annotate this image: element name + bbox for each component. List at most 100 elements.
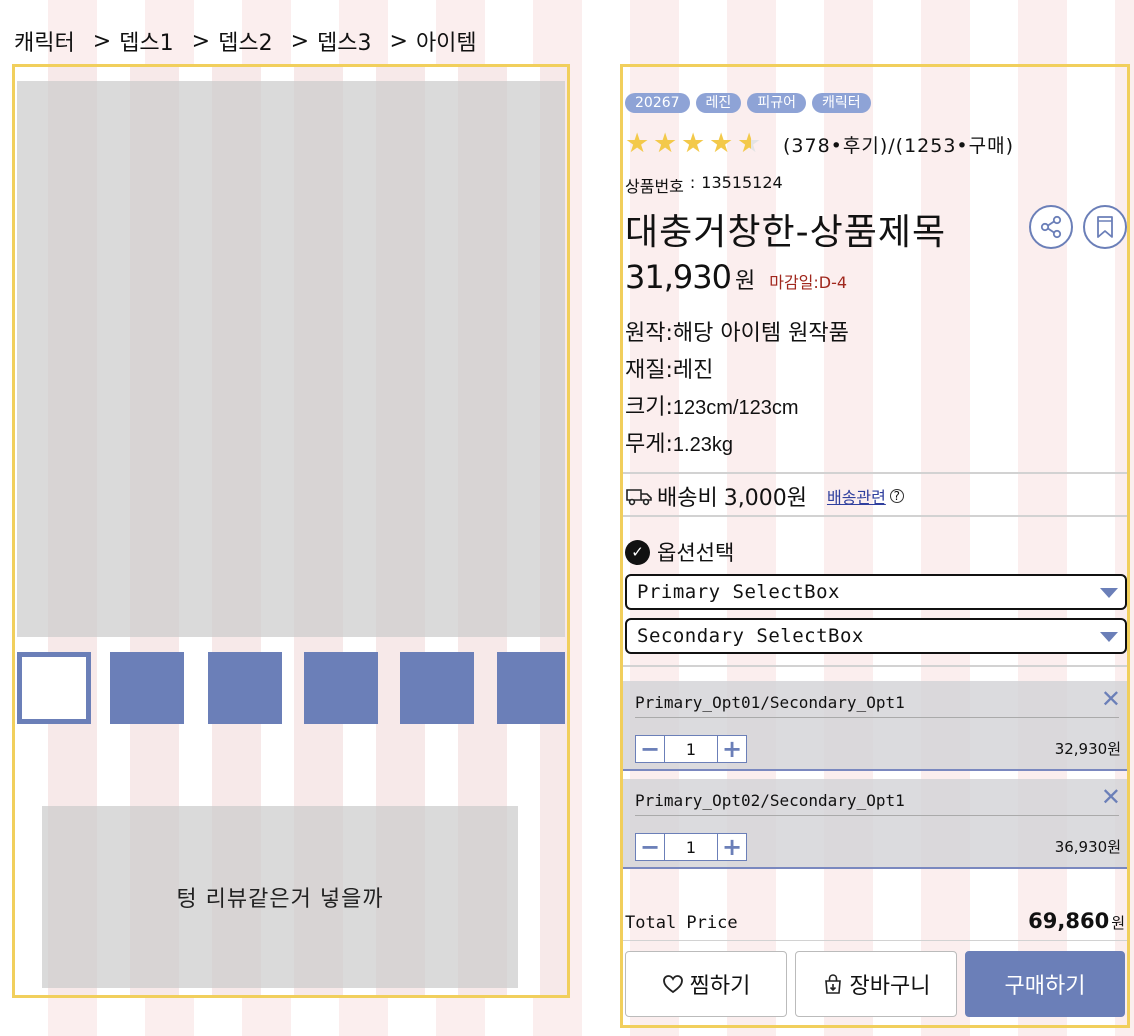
star-icon: ★ <box>709 128 734 159</box>
option-underline <box>635 815 1119 816</box>
quantity-value[interactable]: 1 <box>664 736 718 762</box>
breadcrumb-separator: > <box>92 28 112 54</box>
breadcrumb-item-depth2[interactable]: 뎁스2 <box>218 25 272 57</box>
truck-icon <box>626 489 652 506</box>
divider <box>623 515 1127 517</box>
option-line-price: 32,930원 <box>1054 740 1121 758</box>
caret-down-icon <box>1100 588 1118 598</box>
breadcrumb-separator: > <box>290 28 310 54</box>
divider <box>623 665 1127 667</box>
selected-option-item: Primary_Opt02/Secondary_Opt1 ✕ − 1 + 36,… <box>623 779 1127 869</box>
selected-option-name: Primary_Opt01/Secondary_Opt1 <box>635 693 905 712</box>
thumbnail-4[interactable] <box>304 652 378 724</box>
add-to-cart-button[interactable]: 장바구니 <box>795 951 957 1017</box>
close-icon[interactable]: ✕ <box>1101 687 1121 711</box>
spec-material: 재질:레진 <box>625 352 713 384</box>
spec-origin-value: 해당 아이템 원작품 <box>672 321 849 346</box>
plus-button[interactable]: + <box>718 735 746 763</box>
wishlist-button[interactable]: 찜하기 <box>625 951 787 1017</box>
half-star-icon: ★ <box>737 130 765 158</box>
product-info-panel: 20267 레진 피규어 캐릭터 ★ ★ ★ ★ ★ (378•후기)/(125… <box>620 64 1130 1028</box>
star-rating: ★ ★ ★ ★ ★ <box>625 130 765 158</box>
price-currency: 원 <box>734 269 756 294</box>
primary-select[interactable]: Primary SelectBox <box>625 574 1127 610</box>
tag-item[interactable]: 레진 <box>695 93 742 113</box>
thumbnail-selected[interactable] <box>17 652 91 724</box>
rating-row: ★ ★ ★ ★ ★ (378•후기)/(1253•구매) <box>625 129 1014 159</box>
spec-weight-label: 무게: <box>625 432 673 457</box>
breadcrumb-item-character[interactable]: 캐릭터 <box>14 25 75 57</box>
star-icon: ★ <box>653 128 678 159</box>
breadcrumb-item-depth3[interactable]: 뎁스3 <box>317 25 371 57</box>
option-heading-label: 옵션선택 <box>657 541 735 565</box>
breadcrumb-separator: > <box>191 28 211 54</box>
spec-size-label: 크기: <box>625 395 673 420</box>
tag-item[interactable]: 20267 <box>625 93 690 113</box>
thumbnail-2[interactable] <box>110 652 184 724</box>
product-number: 상품번호 : 13515124 <box>625 173 783 197</box>
spec-origin-label: 원작: <box>625 321 673 346</box>
breadcrumb: 캐릭터 > 뎁스1 > 뎁스2 > 뎁스3 > 아이템 <box>14 25 495 57</box>
total-price-value: 69,860 원 <box>1028 909 1125 933</box>
shipping-row: 배송비 3,000원 배송관련 ? <box>625 481 904 511</box>
product-price: 31,930 <box>625 258 732 296</box>
breadcrumb-item-item[interactable]: 아이템 <box>416 25 477 57</box>
shipping-info-link[interactable]: 배송관련 <box>827 484 886 508</box>
spec-size: 크기:123cm/123cm <box>625 389 799 421</box>
spec-origin: 원작:해당 아이템 원작품 <box>625 315 849 347</box>
product-number-label: 상품번호 <box>625 177 684 196</box>
total-price-row: Total Price 69,860 원 <box>625 909 1125 933</box>
spec-material-label: 재질: <box>625 358 673 383</box>
review-placeholder: 텅 리뷰같은거 넣을까 <box>42 806 518 988</box>
breadcrumb-item-depth1[interactable]: 뎁스1 <box>119 25 173 57</box>
close-icon[interactable]: ✕ <box>1101 785 1121 809</box>
quantity-value[interactable]: 1 <box>664 834 718 860</box>
deadline-label: 마감일:D-4 <box>769 273 848 292</box>
wishlist-label: 찜하기 <box>689 974 751 999</box>
thumbnail-6[interactable] <box>497 652 565 724</box>
spec-weight: 무게:1.23kg <box>625 426 733 458</box>
tag-list: 20267 레진 피규어 캐릭터 <box>625 93 871 113</box>
option-line-price: 36,930원 <box>1054 838 1121 856</box>
check-circle-icon: ✓ <box>625 539 650 565</box>
secondary-select-value: Secondary SelectBox <box>637 625 864 647</box>
buy-now-button[interactable]: 구매하기 <box>965 951 1125 1017</box>
quantity-stepper: − 1 + <box>635 833 747 861</box>
product-number-separator: : <box>689 173 696 192</box>
bookmark-icon <box>1097 216 1113 238</box>
main-product-image[interactable] <box>17 81 565 637</box>
share-button[interactable] <box>1029 205 1073 249</box>
buy-now-label: 구매하기 <box>1004 974 1086 999</box>
plus-button[interactable]: + <box>718 833 746 861</box>
gallery-panel: 텅 리뷰같은거 넣을까 <box>12 64 570 998</box>
secondary-select[interactable]: Secondary SelectBox <box>625 618 1127 654</box>
spec-size-value: 123cm/123cm <box>672 397 799 419</box>
option-heading: ✓ 옵션선택 <box>625 538 734 566</box>
star-icon: ★ <box>625 128 650 159</box>
total-price-currency: 원 <box>1111 914 1125 932</box>
tag-item[interactable]: 캐릭터 <box>811 93 871 113</box>
caret-down-icon <box>1100 632 1118 642</box>
option-underline <box>635 717 1119 718</box>
spec-weight-value: 1.23kg <box>672 434 733 456</box>
total-price-label: Total Price <box>625 913 738 933</box>
thumbnail-3[interactable] <box>208 652 282 724</box>
selected-option-item: Primary_Opt01/Secondary_Opt1 ✕ − 1 + 32,… <box>623 681 1127 771</box>
product-title: 대충거창한-상품제목 <box>625 212 947 253</box>
bookmark-button[interactable] <box>1083 205 1127 249</box>
review-purchase-count[interactable]: (378•후기)/(1253•구매) <box>783 131 1014 158</box>
shopping-bag-icon <box>824 974 841 994</box>
help-icon[interactable]: ? <box>889 489 904 503</box>
share-icon <box>1040 215 1062 239</box>
minus-button[interactable]: − <box>636 735 664 763</box>
heart-icon <box>662 975 683 994</box>
spec-material-value: 레진 <box>672 358 714 383</box>
divider <box>623 472 1127 474</box>
price-row: 31,930 원 마감일:D-4 <box>625 258 847 296</box>
tag-item[interactable]: 피규어 <box>747 93 806 113</box>
add-to-cart-label: 장바구니 <box>849 974 931 999</box>
divider <box>623 940 1127 941</box>
thumbnail-5[interactable] <box>400 652 474 724</box>
shipping-fee-value: 3,000원 <box>723 486 807 511</box>
minus-button[interactable]: − <box>636 833 664 861</box>
